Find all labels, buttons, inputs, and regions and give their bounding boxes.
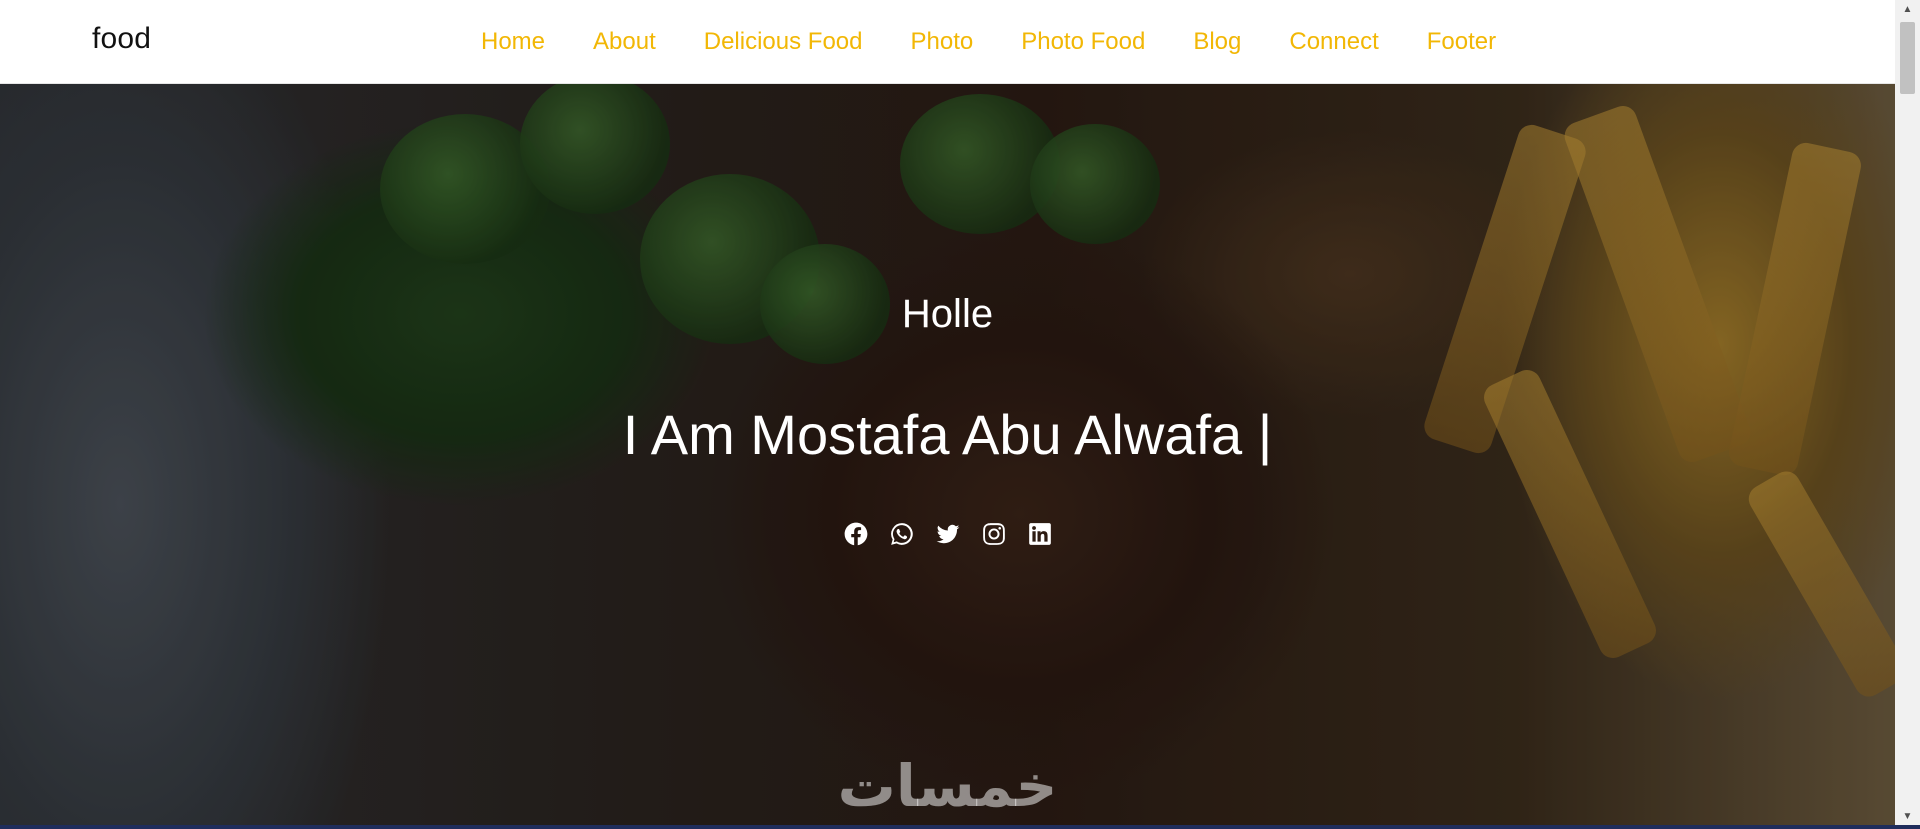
- vertical-scrollbar[interactable]: ▲ ▼: [1895, 0, 1920, 825]
- twitter-icon[interactable]: [935, 521, 961, 547]
- nav-link-about[interactable]: About: [593, 28, 656, 55]
- scrollbar-thumb[interactable]: [1900, 22, 1915, 94]
- watermark-logo: خمسات: [837, 752, 1058, 820]
- nav-item-footer: Footer: [1427, 28, 1496, 56]
- whatsapp-icon[interactable]: [889, 521, 915, 547]
- nav-item-connect: Connect: [1289, 28, 1378, 56]
- nav-link-photo-food[interactable]: Photo Food: [1021, 28, 1145, 55]
- page: food Home About Delicious Food Photo Pho…: [0, 0, 1920, 829]
- nav-link-home[interactable]: Home: [481, 28, 545, 55]
- nav-link-delicious-food[interactable]: Delicious Food: [704, 28, 863, 55]
- nav-item-photo-food: Photo Food: [1021, 28, 1145, 56]
- hero-headline: I Am Mostafa Abu Alwafa |: [622, 403, 1273, 466]
- nav-menu: Home About Delicious Food Photo Photo Fo…: [481, 0, 1496, 84]
- nav-item-about: About: [593, 28, 656, 56]
- nav-item-blog: Blog: [1193, 28, 1241, 56]
- brand-logo[interactable]: food: [92, 22, 151, 56]
- nav-item-home: Home: [481, 28, 545, 56]
- nav-link-footer[interactable]: Footer: [1427, 28, 1496, 55]
- hero-section: Holle I Am Mostafa Abu Alwafa | خمسات: [0, 84, 1895, 825]
- nav-item-delicious-food: Delicious Food: [704, 28, 863, 56]
- scroll-down-arrow-icon[interactable]: ▼: [1895, 807, 1920, 825]
- navbar: food Home About Delicious Food Photo Pho…: [0, 0, 1895, 84]
- hero-greeting: Holle: [901, 292, 994, 336]
- nav-link-connect[interactable]: Connect: [1289, 28, 1378, 55]
- nav-link-blog[interactable]: Blog: [1193, 28, 1241, 55]
- instagram-icon[interactable]: [981, 521, 1007, 547]
- nav-link-photo[interactable]: Photo: [911, 28, 974, 55]
- nav-item-photo: Photo: [911, 28, 974, 56]
- facebook-icon[interactable]: [843, 521, 869, 547]
- social-links: [0, 521, 1895, 547]
- scroll-up-arrow-icon[interactable]: ▲: [1895, 0, 1920, 18]
- hero-content: Holle I Am Mostafa Abu Alwafa | خمسات: [0, 84, 1895, 825]
- bottom-edge-bar: [0, 825, 1920, 829]
- linkedin-icon[interactable]: [1027, 521, 1053, 547]
